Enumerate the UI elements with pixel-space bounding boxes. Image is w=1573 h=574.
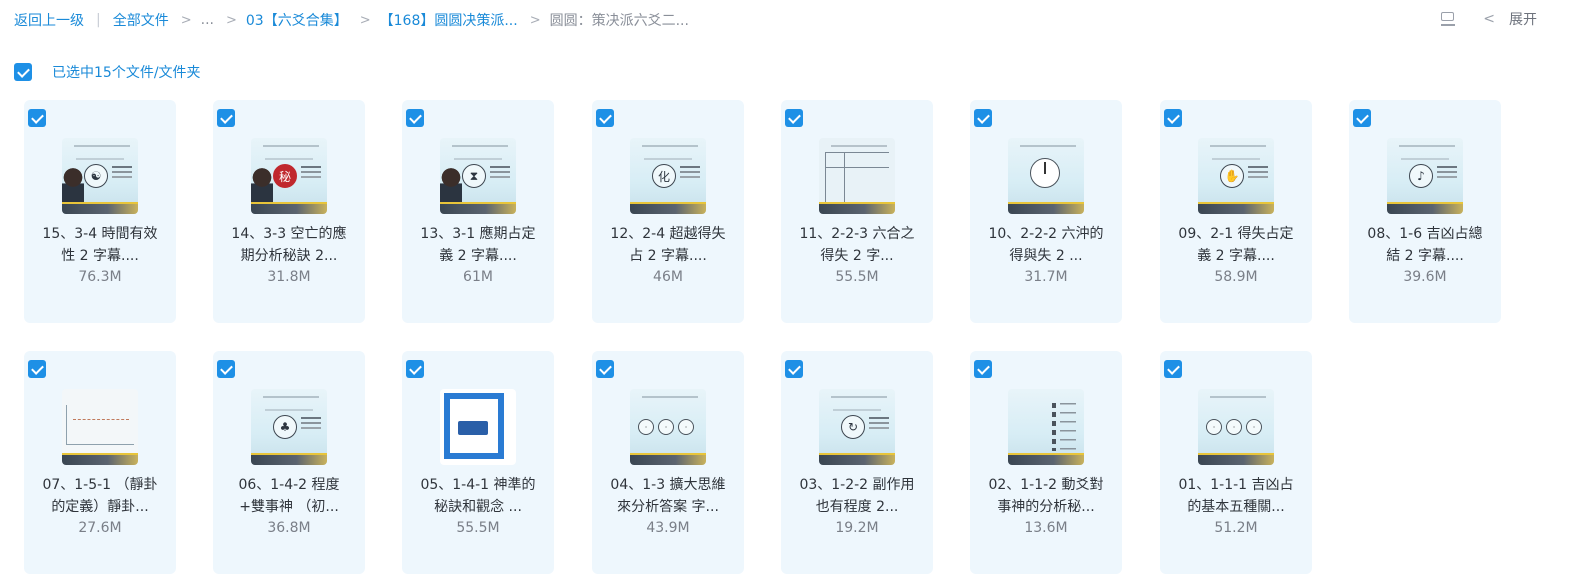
file-checkbox[interactable] (785, 109, 803, 127)
file-card[interactable]: 化 12、2-4 超越得失占 2 字幕.... 46M (592, 100, 744, 323)
file-card[interactable]: ♪ 08、1-6 吉凶占總結 2 字幕.... 39.6M (1349, 100, 1501, 323)
file-card[interactable]: 07、1-5-1 （靜卦 的定義）靜卦... 27.6M (24, 351, 176, 574)
file-size: 36.8M (267, 520, 311, 536)
file-checkbox[interactable] (28, 360, 46, 378)
breadcrumb-all-files[interactable]: 全部文件 (113, 10, 169, 30)
video-thumbnail: ♣ (251, 389, 327, 465)
expand-label: 展开 (1509, 12, 1537, 28)
file-card[interactable]: ☯ 15、3-4 時間有效性 2 字幕.... 76.3M (24, 100, 176, 323)
file-name: 09、2-1 得失占定義 2 字幕.... (1178, 226, 1294, 264)
file-card[interactable]: · · · 04、1-3 擴大思維 來分析答案 字... 43.9M (592, 351, 744, 574)
file-name: 06、1-4-2 程度 +雙事神 （初... (238, 477, 340, 515)
video-thumbnail (819, 138, 895, 214)
chevron-right-icon: > (225, 12, 237, 28)
view-tools: < 展开 (1439, 9, 1537, 29)
chevron-right-icon: > (529, 12, 541, 28)
selection-count: 已选中15个文件/文件夹 (52, 65, 201, 81)
file-checkbox[interactable] (785, 360, 803, 378)
file-size: 13.6M (1024, 520, 1068, 536)
file-card[interactable]: ♣ 06、1-4-2 程度 +雙事神 （初... 36.8M (213, 351, 365, 574)
file-card[interactable]: 05、1-4-1 神準的 秘訣和觀念 ... 55.5M (402, 351, 554, 574)
file-name: 05、1-4-1 神準的 秘訣和觀念 ... (420, 477, 536, 515)
file-checkbox[interactable] (1164, 360, 1182, 378)
file-checkbox[interactable] (28, 109, 46, 127)
file-size: 61M (463, 269, 493, 285)
file-size: 58.9M (1214, 269, 1258, 285)
video-thumbnail: ♪ (1387, 138, 1463, 214)
expand-button[interactable]: < 展开 (1483, 9, 1537, 29)
video-thumbnail (1008, 389, 1084, 465)
file-card[interactable]: 02、1-1-2 動爻對 事神的分析秘... 13.6M (970, 351, 1122, 574)
file-card[interactable]: · · · 01、1-1-1 吉凶占 的基本五種關... 51.2M (1160, 351, 1312, 574)
video-thumbnail (1008, 138, 1084, 214)
top-bar: 返回上一级 | 全部文件 > ... > 03【六爻合集】 > 【168】圆圆决… (0, 0, 1573, 40)
file-checkbox[interactable] (1353, 109, 1371, 127)
file-size: 39.6M (1403, 269, 1447, 285)
file-size: 27.6M (78, 520, 122, 536)
breadcrumb-divider: | (96, 12, 101, 28)
file-name: 02、1-1-2 動爻對 事神的分析秘... (988, 477, 1104, 515)
file-name: 07、1-5-1 （靜卦 的定義）靜卦... (42, 477, 158, 515)
file-card[interactable]: 10、2-2-2 六沖的 得與失 2 ... 31.7M (970, 100, 1122, 323)
video-thumbnail: ✋ (1198, 138, 1274, 214)
video-thumbnail (62, 389, 138, 465)
file-checkbox[interactable] (406, 109, 424, 127)
video-thumbnail: · · · (630, 389, 706, 465)
file-card[interactable]: 11、2-2-3 六合之 得失 2 字... 55.5M (781, 100, 933, 323)
file-checkbox[interactable] (217, 109, 235, 127)
file-name: 14、3-3 空亡的應 期分析秘訣 2... (231, 226, 347, 264)
selection-bar: 已选中15个文件/文件夹 (14, 62, 201, 82)
video-thumbnail: ↻ (819, 389, 895, 465)
video-thumbnail: 化 (630, 138, 706, 214)
file-name: 08、1-6 吉凶占總結 2 字幕.... (1367, 226, 1483, 264)
layout-toggle-icon[interactable] (1439, 10, 1457, 28)
file-name: 01、1-1-1 吉凶占 的基本五種關... (1178, 477, 1294, 515)
file-checkbox[interactable] (596, 360, 614, 378)
video-thumbnail: 秘 (251, 138, 327, 214)
video-thumbnail: ⧗ (440, 138, 516, 214)
breadcrumb-folder-2[interactable]: 【168】圆圆决策派... (380, 10, 518, 30)
file-size: 55.5M (835, 269, 879, 285)
file-checkbox[interactable] (217, 360, 235, 378)
video-thumbnail: ☯ (62, 138, 138, 214)
file-checkbox[interactable] (974, 360, 992, 378)
file-size: 43.9M (646, 520, 690, 536)
file-card[interactable]: ↻ 03、1-2-2 副作用 也有程度 2... 19.2M (781, 351, 933, 574)
file-checkbox[interactable] (1164, 109, 1182, 127)
file-size: 46M (653, 269, 683, 285)
file-name: 12、2-4 超越得失占 2 字幕.... (610, 226, 726, 264)
file-name: 11、2-2-3 六合之 得失 2 字... (799, 226, 915, 264)
file-size: 31.7M (1024, 269, 1068, 285)
chevron-left-icon: < (1483, 11, 1495, 27)
file-name: 10、2-2-2 六沖的 得與失 2 ... (988, 226, 1104, 264)
file-checkbox[interactable] (974, 109, 992, 127)
file-card[interactable]: 秘 14、3-3 空亡的應 期分析秘訣 2... 31.8M (213, 100, 365, 323)
file-checkbox[interactable] (406, 360, 424, 378)
file-size: 76.3M (78, 269, 122, 285)
file-card[interactable]: ⧗ 13、3-1 應期占定義 2 字幕.... 61M (402, 100, 554, 323)
breadcrumb-ellipsis[interactable]: ... (201, 12, 214, 28)
file-size: 51.2M (1214, 520, 1258, 536)
file-size: 19.2M (835, 520, 879, 536)
file-checkbox[interactable] (596, 109, 614, 127)
file-name: 13、3-1 應期占定義 2 字幕.... (420, 226, 536, 264)
file-name: 15、3-4 時間有效性 2 字幕.... (42, 226, 158, 264)
breadcrumb: 返回上一级 | 全部文件 > ... > 03【六爻合集】 > 【168】圆圆决… (14, 10, 689, 30)
select-all-checkbox[interactable] (14, 63, 32, 81)
file-size: 55.5M (456, 520, 500, 536)
file-size: 31.8M (267, 269, 311, 285)
breadcrumb-current: 圆圆：策决派六爻二... (549, 13, 689, 29)
video-thumbnail (440, 389, 516, 465)
video-thumbnail: · · · (1198, 389, 1274, 465)
file-name: 04、1-3 擴大思維 來分析答案 字... (610, 477, 726, 515)
file-name: 03、1-2-2 副作用 也有程度 2... (799, 477, 915, 515)
file-card[interactable]: ✋ 09、2-1 得失占定義 2 字幕.... 58.9M (1160, 100, 1312, 323)
breadcrumb-folder-1[interactable]: 03【六爻合集】 (246, 10, 348, 30)
chevron-right-icon: > (359, 12, 371, 28)
chevron-right-icon: > (180, 12, 192, 28)
back-link[interactable]: 返回上一级 (14, 10, 84, 30)
